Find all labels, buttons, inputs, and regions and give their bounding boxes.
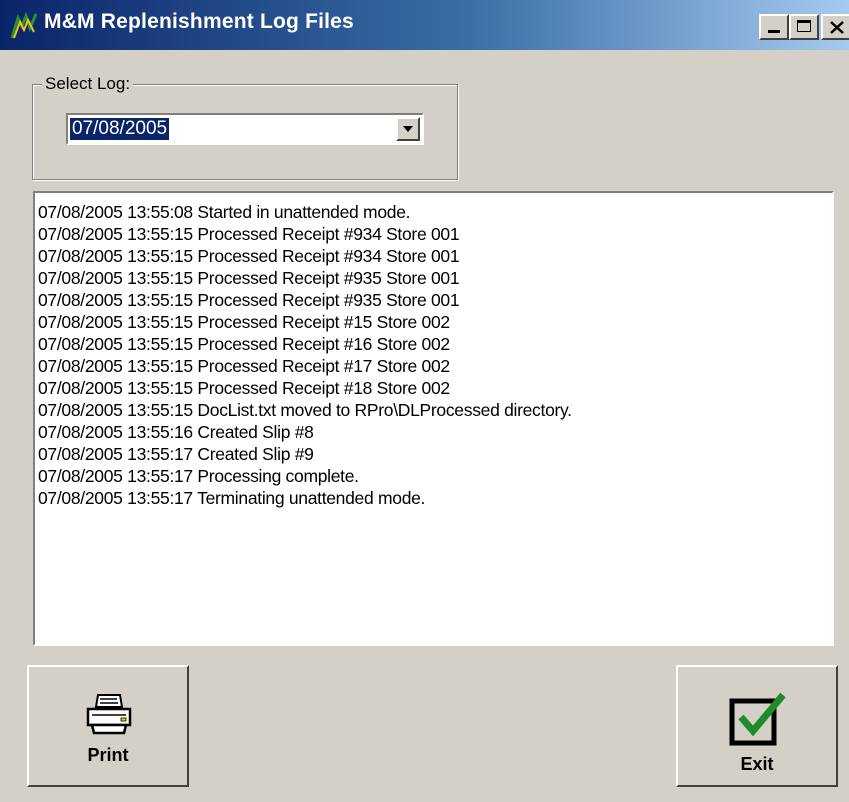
log-entry[interactable]: 07/08/2005 13:55:17 Created Slip #9	[38, 443, 832, 465]
log-entry[interactable]: 07/08/2005 13:55:15 Processed Receipt #1…	[38, 311, 832, 333]
log-entry[interactable]: 07/08/2005 13:55:15 Processed Receipt #9…	[38, 223, 832, 245]
log-entry[interactable]: 07/08/2005 13:55:17 Processing complete.	[38, 465, 832, 487]
close-button[interactable]	[821, 14, 849, 40]
minimize-button[interactable]	[759, 14, 789, 40]
close-icon	[830, 21, 844, 34]
log-entries-list[interactable]: 07/08/2005 13:55:08 Started in unattende…	[33, 191, 834, 646]
exit-button[interactable]: Exit	[676, 665, 838, 787]
log-files-window: M&M Replenishment Log Files Select Log: …	[0, 0, 849, 802]
print-button-label: Print	[87, 745, 129, 765]
log-entry[interactable]: 07/08/2005 13:55:15 Processed Receipt #1…	[38, 333, 832, 355]
title-bar[interactable]: M&M Replenishment Log Files	[0, 0, 849, 50]
window-title: M&M Replenishment Log Files	[44, 10, 354, 33]
log-date-select[interactable]: 07/08/2005	[66, 113, 424, 145]
log-entries: 07/08/2005 13:55:08 Started in unattende…	[35, 193, 832, 509]
maximize-button[interactable]	[789, 14, 819, 40]
log-entry[interactable]: 07/08/2005 13:55:15 Processed Receipt #1…	[38, 377, 832, 399]
log-entry[interactable]: 07/08/2005 13:55:15 Processed Receipt #9…	[38, 289, 832, 311]
log-entry[interactable]: 07/08/2005 13:55:08 Started in unattende…	[38, 201, 832, 223]
log-entry[interactable]: 07/08/2005 13:55:15 Processed Receipt #9…	[38, 245, 832, 267]
log-entry[interactable]: 07/08/2005 13:55:15 DocList.txt moved to…	[38, 399, 832, 421]
app-logo-icon	[10, 12, 38, 39]
log-entry[interactable]: 07/08/2005 13:55:15 Processed Receipt #1…	[38, 355, 832, 377]
log-date-value: 07/08/2005	[70, 118, 170, 140]
checkmark-icon	[729, 692, 786, 746]
print-button[interactable]: Print	[27, 665, 189, 787]
exit-button-label: Exit	[740, 754, 774, 774]
log-entry[interactable]: 07/08/2005 13:55:17 Terminating unattend…	[38, 487, 832, 509]
dropdown-button[interactable]	[396, 117, 420, 141]
printer-icon	[86, 694, 132, 735]
log-entry[interactable]: 07/08/2005 13:55:16 Created Slip #8	[38, 421, 832, 443]
log-entry[interactable]: 07/08/2005 13:55:15 Processed Receipt #9…	[38, 267, 832, 289]
select-log-label: Select Log:	[42, 74, 134, 94]
